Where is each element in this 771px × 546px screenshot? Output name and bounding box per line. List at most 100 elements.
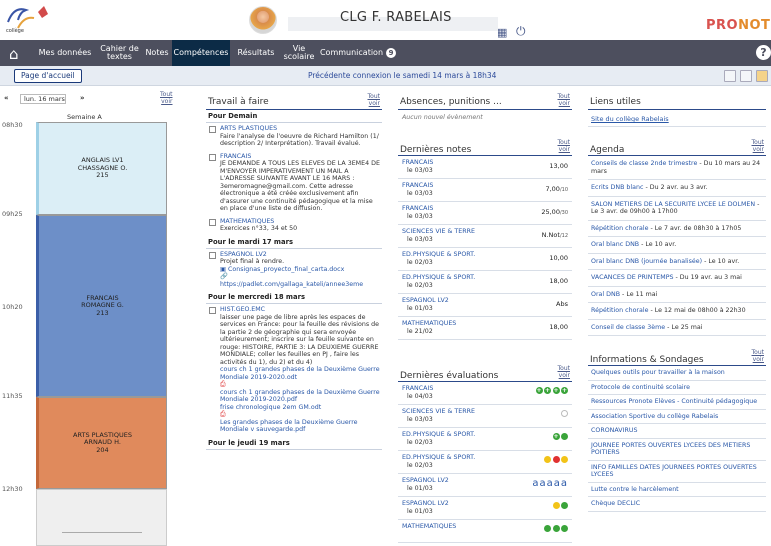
agenda-item[interactable]: Oral DNB - Le 11 mai bbox=[588, 287, 766, 303]
print-icon[interactable] bbox=[724, 70, 736, 82]
grade-row[interactable]: SCIENCES VIE & TERRE le 03/03 N.Not/12 bbox=[398, 225, 572, 248]
homework-tout-voir[interactable]: Tout voir bbox=[368, 93, 380, 107]
info-item[interactable]: Ressources Pronote Elèves - Continuité p… bbox=[588, 395, 766, 410]
info-item[interactable]: Chèque DECLIC bbox=[588, 497, 766, 512]
info-item[interactable]: JOURNEE PORTES OUVERTES LYCEES DES METIE… bbox=[588, 439, 766, 461]
evaluation-row[interactable]: ESPAGNOL LV2 le 01/03 aaaaa bbox=[398, 474, 572, 497]
task-item[interactable]: HIST.GEO.EMC laisser une page de libre ap… bbox=[206, 304, 382, 437]
date-selector[interactable]: lun. 16 mars bbox=[20, 94, 66, 104]
nav-vie-scolaire[interactable]: Vie scolaire bbox=[282, 40, 316, 66]
absences-tout-voir[interactable]: Tout voir bbox=[558, 93, 570, 107]
agenda-item[interactable]: Répétition chorale - Le 7 avr. de 08h30 … bbox=[588, 221, 766, 237]
grade-row[interactable]: ESPAGNOL LV2 le 01/03 Abs bbox=[398, 294, 572, 317]
word-file-icon: ▣ bbox=[220, 265, 226, 273]
mastery-dot bbox=[544, 525, 551, 532]
grades-tout-voir[interactable]: Tout voir bbox=[558, 139, 570, 153]
infos-title: Informations & Sondages bbox=[590, 355, 704, 365]
school-name: CLG F. RABELAIS bbox=[340, 10, 452, 25]
infos-tout-voir[interactable]: Tout voir bbox=[752, 349, 764, 363]
nav-resultats[interactable]: Résultats bbox=[230, 40, 282, 66]
link-site-college[interactable]: Site du collège Rabelais bbox=[588, 111, 766, 127]
layout-icon[interactable] bbox=[740, 70, 752, 82]
next-day-icon[interactable]: » bbox=[80, 94, 85, 102]
agenda-item[interactable]: Répétition chorale - Le 12 mai de 08h00 … bbox=[588, 303, 766, 320]
task-item[interactable]: FRANCAIS JE DEMANDE A TOUS LES ELEVES DE … bbox=[206, 151, 382, 216]
svg-text:collège: collège bbox=[6, 27, 24, 34]
qr-code-icon[interactable]: ▦ bbox=[497, 26, 507, 39]
agenda-tout-voir[interactable]: Tout voir bbox=[752, 139, 764, 153]
home-icon[interactable]: ⌂ bbox=[9, 45, 19, 63]
evaluation-row[interactable]: ED.PHYSIQUE & SPORT. le 02/03 + bbox=[398, 428, 572, 451]
slot-francais[interactable]: FRANCAIS ROMAGNE G. 213 bbox=[36, 215, 167, 397]
grade-row[interactable]: MATHEMATIQUES le 21/02 18,00 bbox=[398, 317, 572, 340]
url-link[interactable]: 🔗 https://padlet.com/gallaga_kateli/annee… bbox=[220, 273, 382, 288]
agenda-item[interactable]: Oral blanc DNB - Le 10 avr. bbox=[588, 237, 766, 254]
done-checkbox[interactable] bbox=[209, 126, 216, 133]
top-header: collège CLG F. RABELAIS ▦ ⏻ PRONOTE bbox=[0, 0, 771, 40]
task-item[interactable]: ARTS PLASTIQUES Faire l'analyse de l'oeuv… bbox=[206, 123, 382, 151]
evaluation-row[interactable]: ED.PHYSIQUE & SPORT. le 02/03 bbox=[398, 451, 572, 474]
help-icon[interactable]: ? bbox=[756, 45, 771, 60]
task-item[interactable]: ESPAGNOL LV2 Projet final à rendre. ▣ Con… bbox=[206, 249, 382, 292]
evaluation-row[interactable]: ESPAGNOL LV2 le 01/03 bbox=[398, 497, 572, 520]
agenda-item[interactable]: Ecrits DNB blanc - Du 2 avr. au 3 avr. bbox=[588, 180, 766, 197]
grade-row[interactable]: FRANCAIS le 03/03 25,00/30 bbox=[398, 202, 572, 225]
grades-panel: Dernières notes Tout voir FRANCAIS le 03/0… bbox=[398, 138, 572, 354]
mastery-dot: + bbox=[552, 387, 560, 394]
evaluation-row[interactable]: SCIENCES VIE & TERRE le 03/03 bbox=[398, 405, 572, 428]
info-item[interactable]: CORONAVIRUS bbox=[588, 424, 766, 439]
info-item[interactable]: Association Sportive du collège Rabelais bbox=[588, 410, 766, 424]
link-icon: 🔗 bbox=[220, 273, 228, 280]
nav-cahier-de-textes[interactable]: Cahier de textes bbox=[97, 40, 142, 66]
info-item[interactable]: Protocole de continuité scolaire bbox=[588, 381, 766, 395]
column-right: Liens utiles Site du collège Rabelais Ag… bbox=[588, 92, 766, 546]
attachment-link[interactable]: frise chronologique 2em GM.odt bbox=[220, 404, 382, 412]
info-item[interactable]: Quelques outils pour travailler à la mai… bbox=[588, 366, 766, 381]
agenda-title: Agenda bbox=[590, 145, 625, 155]
nav-mes-donnees[interactable]: Mes données bbox=[33, 40, 97, 66]
grade-row[interactable]: ED.PHYSIQUE & SPORT. le 02/03 18,00 bbox=[398, 271, 572, 294]
done-checkbox[interactable] bbox=[209, 153, 216, 161]
timetable-tout-voir[interactable]: Tout voir bbox=[160, 91, 172, 105]
logout-icon[interactable]: ⏻ bbox=[516, 24, 526, 39]
agenda-item[interactable]: SALON METIERS DE LA SECURITE LYCEE LE DO… bbox=[588, 197, 766, 221]
done-checkbox[interactable] bbox=[209, 307, 216, 314]
mastery-dot: + bbox=[552, 433, 560, 440]
mastery-dot: + bbox=[535, 387, 543, 394]
slot-anglais[interactable]: ANGLAIS LV1 CHASSAGNE O. 215 bbox=[36, 122, 167, 215]
tab-page-accueil[interactable]: Page d'accueil bbox=[14, 69, 82, 83]
info-item[interactable]: INFO FAMILLES DATES JOURNEES PORTES OUVE… bbox=[588, 461, 766, 483]
slot-arts-plastiques[interactable]: ARTS PLASTIQUES ARNAUD H. 204 bbox=[36, 397, 167, 489]
avatar[interactable] bbox=[249, 6, 277, 34]
pronote-logo: PRONOTE bbox=[706, 18, 771, 33]
evaluation-row[interactable]: MATHEMATIQUES bbox=[398, 520, 572, 543]
absences-title: Absences, punitions ... bbox=[400, 97, 502, 107]
day-header: Pour Demain bbox=[206, 110, 382, 123]
agenda-item[interactable]: Conseil de classe 3ème - Le 25 mai bbox=[588, 320, 766, 336]
grade-row[interactable]: FRANCAIS le 03/03 7,00/10 bbox=[398, 179, 572, 202]
grade-row[interactable]: FRANCAIS le 03/03 13,00 bbox=[398, 156, 572, 179]
agenda-item[interactable]: VACANCES DE PRINTEMPS - Du 19 avr. au 3 … bbox=[588, 270, 766, 287]
evaluation-letters: aaaaa bbox=[532, 478, 568, 489]
folder-icon[interactable] bbox=[756, 70, 768, 82]
done-checkbox[interactable] bbox=[209, 218, 216, 226]
prev-day-icon[interactable]: « bbox=[4, 94, 9, 102]
nav-communication[interactable]: Communication 9 bbox=[316, 40, 400, 66]
attachment-link[interactable]: ▣ Consignas_proyecto_final_carta.docx bbox=[220, 266, 382, 274]
attachment-link[interactable]: Les grandes phases de la Deuxième Guerre… bbox=[220, 419, 382, 434]
evaluations-tout-voir[interactable]: Tout voir bbox=[558, 365, 570, 379]
task-item[interactable]: MATHEMATIQUES Exercices n°33, 34 et 50 bbox=[206, 216, 382, 236]
done-checkbox[interactable] bbox=[209, 251, 216, 259]
evaluation-row[interactable]: FRANCAIS le 04/03 + + + + bbox=[398, 382, 572, 405]
agenda-item[interactable]: Oral blanc DNB (journée banalisée) - Le … bbox=[588, 254, 766, 270]
attachment-link[interactable]: cours ch 1 grandes phases de la Deuxième… bbox=[220, 389, 382, 404]
grade-row[interactable]: ED.PHYSIQUE & SPORT. le 02/03 10,00 bbox=[398, 248, 572, 271]
grades-title: Dernières notes bbox=[400, 145, 472, 155]
nav-competences[interactable]: Compétences bbox=[172, 40, 230, 66]
info-item[interactable]: Lutte contre le harcèlement bbox=[588, 483, 766, 497]
attachment-link[interactable]: cours ch 1 grandes phases de la Deuxième… bbox=[220, 366, 382, 381]
main-nav: ⌂ Mes données Cahier de textes Notes Com… bbox=[0, 40, 771, 66]
agenda-item[interactable]: Conseils de classe 2nde trimestre - Du 1… bbox=[588, 156, 766, 180]
nav-notes[interactable]: Notes bbox=[142, 40, 172, 66]
timetable-panel: « lun. 16 mars » Tout voir Semaine A 08h3… bbox=[0, 91, 198, 546]
